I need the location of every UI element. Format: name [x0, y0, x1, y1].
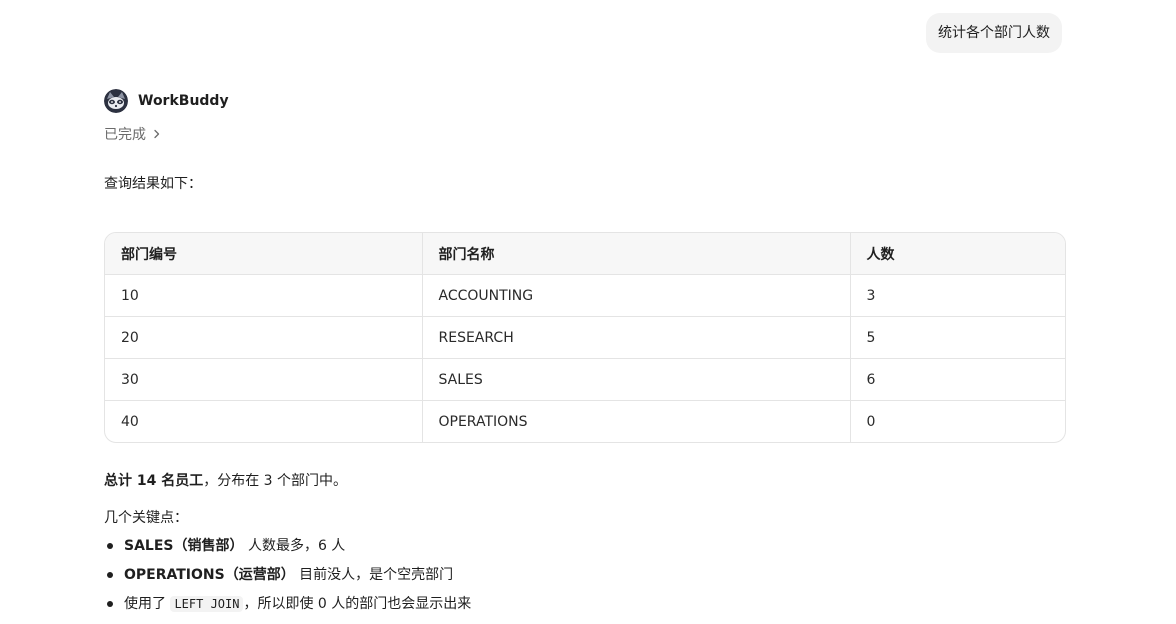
keypoint-text: 目前没人，是个空壳部门 — [294, 567, 454, 583]
keypoint-bold: SALES（销售部） — [124, 538, 244, 554]
table-cell: SALES — [422, 358, 851, 401]
table-row: 20 RESEARCH 5 — [105, 316, 1065, 359]
keypoint-text: ，所以即使 0 人的部门也会显示出来 — [243, 596, 472, 612]
completion-status-toggle[interactable]: 已完成 — [104, 124, 162, 144]
column-header: 部门名称 — [422, 233, 851, 275]
table-cell: OPERATIONS — [422, 400, 851, 442]
table-cell: 0 — [866, 413, 876, 430]
table-cell: RESEARCH — [422, 316, 851, 359]
chat-page: 统计各个部门人数 WorkBuddy 已完成 查询结果如下： 部门编号 部门名称… — [0, 0, 1176, 624]
summary-text: 总计 14 名员工，分布在 3 个部门中。 — [104, 470, 347, 490]
raccoon-avatar-icon — [104, 89, 128, 113]
table-cell: 5 — [850, 316, 1065, 359]
table-row: 40 OPERATIONS 0 — [105, 400, 1065, 442]
keypoints-list: SALES（销售部） 人数最多，6 人 OPERATIONS（运营部） 目前没人… — [104, 533, 471, 620]
inline-code: LEFT JOIN — [170, 596, 244, 612]
table-cell: 20 — [105, 316, 423, 359]
table-cell: 3 — [850, 274, 1065, 317]
table-header-row: 部门编号 部门名称 人数 — [105, 233, 1065, 275]
summary-bold: 总计 14 名员工 — [104, 473, 204, 489]
list-item: OPERATIONS（运营部） 目前没人，是个空壳部门 — [104, 562, 471, 591]
chevron-right-icon — [154, 129, 160, 139]
status-label: 已完成 — [104, 127, 146, 143]
table-cell: 10 — [105, 274, 423, 317]
table-cell: 30 — [105, 358, 423, 401]
table-cell: 40 — [105, 400, 423, 442]
column-header: 部门编号 — [105, 233, 423, 275]
keypoints-title: 几个关键点： — [104, 510, 188, 526]
list-item: SALES（销售部） 人数最多，6 人 — [104, 533, 471, 562]
column-header: 人数 — [850, 233, 1065, 275]
user-message-bubble: 统计各个部门人数 — [926, 13, 1062, 53]
table-row: 30 SALES 6 — [105, 358, 1065, 401]
table-cell: ACCOUNTING — [422, 274, 851, 317]
agent-header: WorkBuddy — [104, 89, 229, 113]
keypoint-bold: OPERATIONS（运营部） — [124, 567, 295, 583]
table-cell: 6 — [850, 358, 1065, 401]
agent-name: WorkBuddy — [138, 93, 229, 109]
result-intro: 查询结果如下： — [104, 176, 202, 192]
summary-rest: ，分布在 3 个部门中。 — [203, 473, 348, 489]
keypoint-text: 人数最多，6 人 — [243, 538, 346, 554]
results-table: 部门编号 部门名称 人数 10 ACCOUNTING 3 20 RESEARCH… — [104, 232, 1066, 443]
table-row: 10 ACCOUNTING 3 — [105, 274, 1065, 317]
keypoint-text: 使用了 — [124, 596, 171, 612]
list-item: 使用了 LEFT JOIN ，所以即使 0 人的部门也会显示出来 — [104, 591, 471, 620]
